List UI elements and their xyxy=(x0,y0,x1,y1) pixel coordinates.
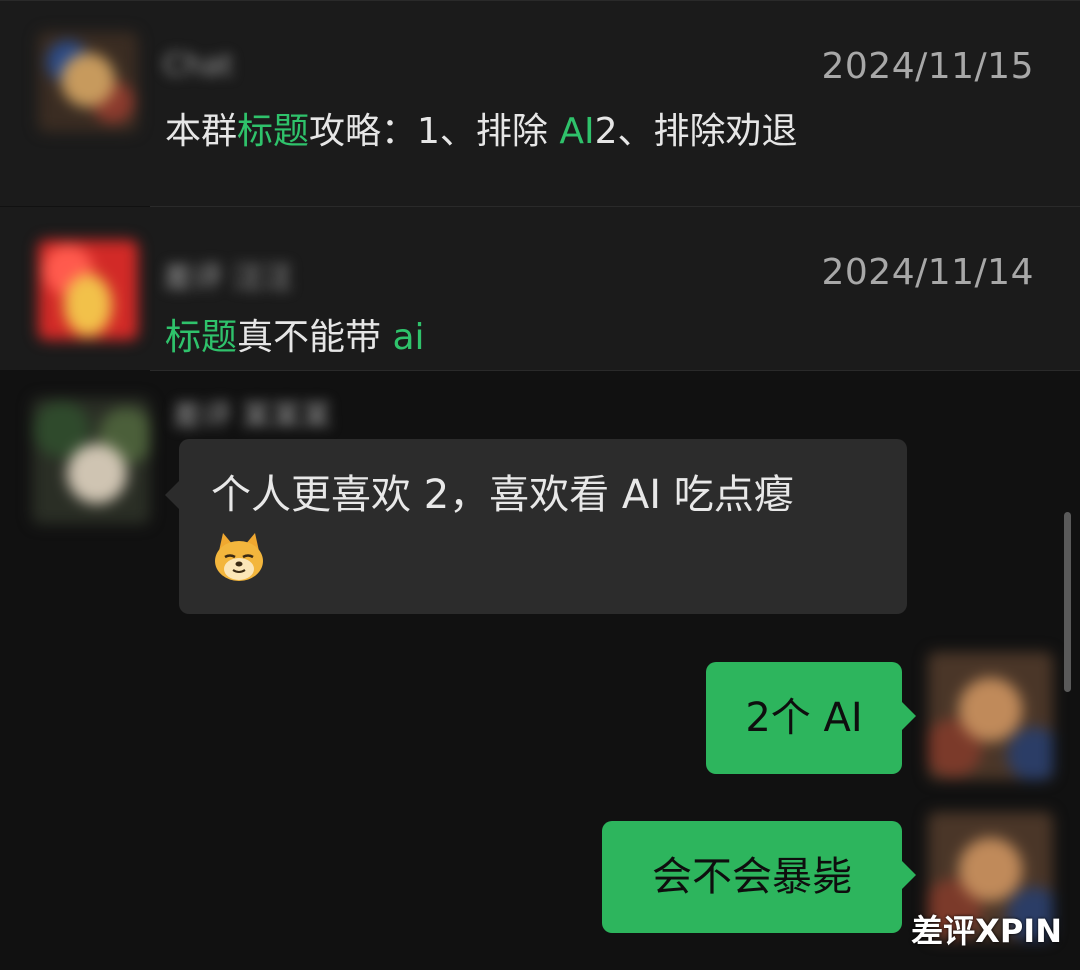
avatar[interactable] xyxy=(32,398,150,524)
divider xyxy=(150,206,1080,207)
message-text: 个人更喜欢 2，喜欢看 AI 吃点瘪 xyxy=(211,472,794,518)
outgoing-message-bubble[interactable]: 会不会暴毙 xyxy=(602,821,916,933)
message-date: 2024/11/14 xyxy=(821,252,1034,293)
my-avatar[interactable] xyxy=(928,652,1053,780)
message-date: 2024/11/15 xyxy=(821,46,1034,87)
divider xyxy=(0,0,1080,1)
scrollbar[interactable] xyxy=(1064,512,1071,692)
incoming-message-bubble[interactable]: 个人更喜欢 2，喜欢看 AI 吃点瘪 xyxy=(165,439,907,614)
keyword-highlight: 标题 xyxy=(165,317,238,358)
sender-name: Chat xyxy=(163,48,234,83)
doge-icon xyxy=(215,533,263,581)
message-text: 2、排除劝退 xyxy=(594,111,798,152)
keyword-highlight: ai xyxy=(392,317,425,358)
emoji-line xyxy=(211,527,875,591)
avatar[interactable] xyxy=(38,32,138,132)
history-message: 本群标题攻略：1、排除 AI2、排除劝退 xyxy=(165,102,798,154)
sender-name: 差评 某某某 xyxy=(172,399,332,434)
chat-screen: Chat 2024/11/15 本群标题攻略：1、排除 AI2、排除劝退 差评 … xyxy=(0,0,1080,970)
outgoing-message-bubble[interactable]: 2个 AI xyxy=(706,662,916,774)
watermark: 差评XPIN xyxy=(911,912,1062,950)
message-text: 攻略：1、排除 xyxy=(309,111,560,152)
message-text: 本群 xyxy=(165,111,238,152)
message-text: 真不能带 xyxy=(237,317,393,358)
avatar[interactable] xyxy=(38,240,138,340)
history-message: 标题真不能带 ai xyxy=(165,308,425,360)
sender-name: 差评 汪汪 xyxy=(163,261,293,296)
keyword-highlight: AI xyxy=(559,111,595,152)
divider xyxy=(150,370,1080,371)
keyword-highlight: 标题 xyxy=(237,111,310,152)
